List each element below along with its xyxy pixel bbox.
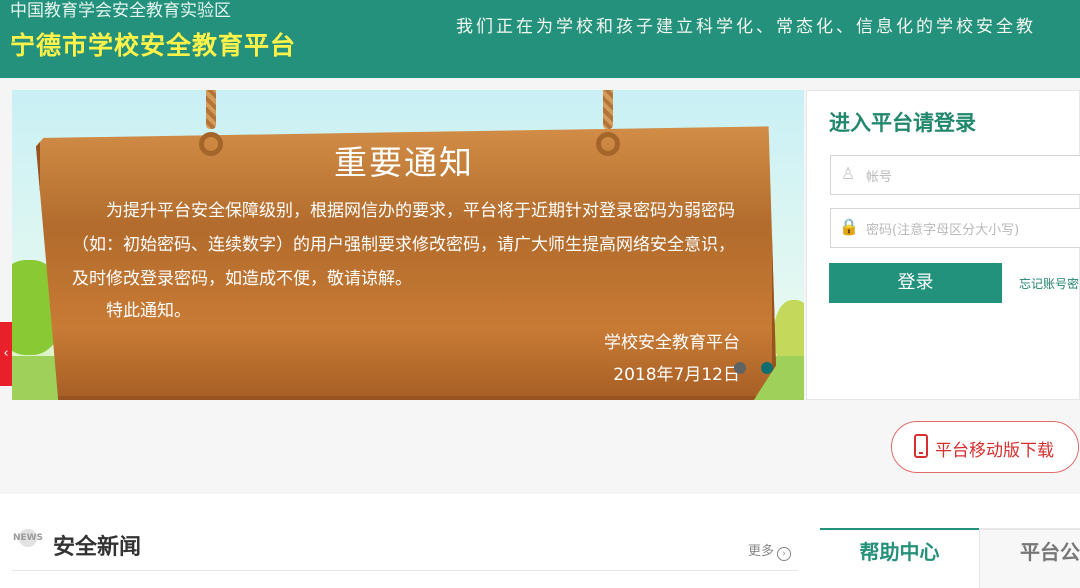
news-divider [12, 570, 798, 571]
carousel-dot-1[interactable] [734, 362, 746, 374]
site-slogan: 我们正在为学校和孩子建立科学化、常态化、信息化的学校安全教 [456, 17, 1036, 37]
content-section: NEWS 安全新闻 更多 › 帮助中心 平台公 [0, 494, 1080, 588]
tab-help-center[interactable]: 帮助中心 [820, 528, 979, 588]
news-icon: NEWS [12, 526, 44, 550]
chevron-right-icon: › [777, 547, 792, 561]
news-title: 安全新闻 [53, 535, 142, 560]
password-field[interactable]: 🔒 密码(注意字母区分大小写) [830, 208, 1080, 248]
rope-left-icon [206, 90, 216, 129]
notice-body: 为提升平台安全保障级别，根据网信办的要求，平台将于近期针对登录密码为弱密码（如：… [72, 201, 735, 289]
notice-carousel[interactable]: 重要通知 为提升平台安全保障级别，根据网信办的要求，平台将于近期针对登录密码为弱… [12, 90, 804, 400]
account-placeholder: 帐号 [866, 170, 893, 185]
site-header: 中国教育学会安全教育实验区 宁德市学校安全教育平台 我们正在为学校和孩子建立科学… [0, 0, 1080, 78]
site-title[interactable]: 宁德市学校安全教育平台 [10, 26, 296, 62]
carousel-dot-2[interactable] [761, 362, 773, 374]
login-panel: 进入平台请登录 ♙ 帐号 🔒 密码(注意字母区分大小写) 登录 忘记账号密 [806, 90, 1080, 400]
carousel-prev-button[interactable]: ‹ [0, 322, 12, 386]
mobile-download-button[interactable]: 平台移动版下载 [891, 421, 1079, 473]
forgot-account-link[interactable]: 忘记账号密 [1019, 275, 1079, 292]
notice-title: 重要通知 [334, 143, 474, 182]
news-more-label: 更多 [748, 544, 775, 559]
site-supertitle: 中国教育学会安全教育实验区 [10, 1, 231, 21]
news-more-link[interactable]: 更多 › [748, 540, 792, 561]
password-placeholder: 密码(注意字母区分大小写) [866, 223, 1020, 238]
ring-left-icon [199, 132, 223, 156]
login-button[interactable]: 登录 [829, 263, 1002, 303]
tab-platform-announcement[interactable]: 平台公 [979, 528, 1080, 588]
rope-right-icon [603, 90, 613, 129]
notice-signature: 学校安全教育平台 [604, 333, 740, 353]
lock-icon: 🔒 [839, 217, 859, 236]
notice-date: 2018年7月12日 [613, 365, 740, 385]
phone-icon [914, 434, 928, 458]
mobile-download-label: 平台移动版下载 [935, 441, 1054, 461]
notice-closing: 特此通知。 [106, 301, 191, 321]
user-icon: ♙ [840, 164, 856, 183]
account-field[interactable]: ♙ 帐号 [830, 155, 1080, 195]
login-title: 进入平台请登录 [829, 111, 976, 135]
ring-right-icon [596, 132, 620, 156]
